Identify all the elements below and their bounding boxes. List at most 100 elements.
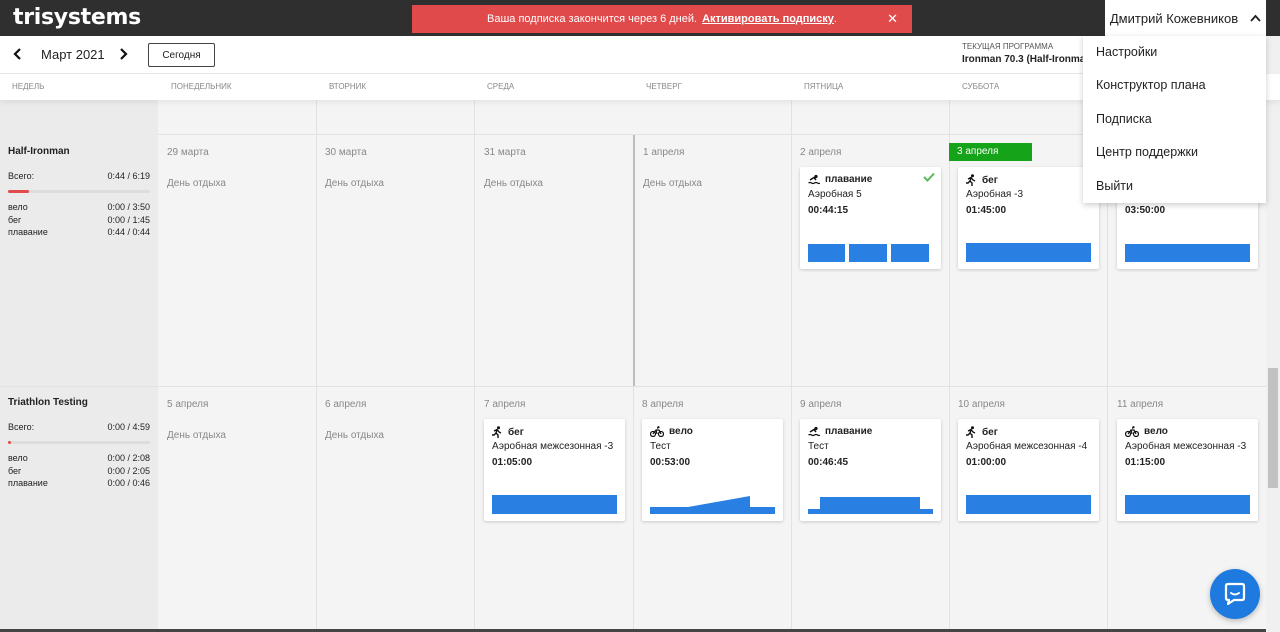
today-divider xyxy=(633,134,635,386)
today-button[interactable]: Сегодня xyxy=(148,43,215,67)
workout-name: Аэробная 5 xyxy=(808,189,862,200)
bike-icon xyxy=(1125,426,1139,437)
workout-duration: 01:45:00 xyxy=(966,205,1007,216)
sport-name: вело xyxy=(1144,426,1168,437)
sport-row: вело 0:00 / 3:50 xyxy=(8,201,150,214)
week-progress-bar xyxy=(8,441,150,444)
calendar-grid: Half-Ironman Всего: 0:44 / 6:19 вело 0:00… xyxy=(0,100,1266,632)
swim-icon xyxy=(808,426,820,437)
menu-item-settings[interactable]: Настройки xyxy=(1083,36,1266,69)
week-name[interactable]: Half-Ironman xyxy=(8,146,150,157)
workout-name: Тест xyxy=(808,441,829,452)
total-label: Всего: xyxy=(8,422,35,432)
sport-label: вело xyxy=(8,202,28,212)
week-total: Всего: 0:44 / 6:19 xyxy=(8,171,150,181)
sport-row: плавание 0:44 / 0:44 xyxy=(8,226,150,239)
workout-card[interactable]: вело Аэробная межсезонная -3 01:15:00 xyxy=(1117,419,1258,521)
check-icon xyxy=(923,172,935,182)
workout-sport: плавание xyxy=(808,426,872,437)
workout-card[interactable]: плавание Тест 00:46:45 xyxy=(800,419,941,521)
menu-item-plan-builder[interactable]: Конструктор плана xyxy=(1083,69,1266,102)
day-date: 1 апреля xyxy=(643,147,685,158)
workout-sport: плавание xyxy=(808,174,872,185)
rest-day-label: День отдыха xyxy=(325,178,384,189)
total-label: Всего: xyxy=(8,171,35,181)
run-icon xyxy=(492,426,502,438)
header-thursday: ЧЕТВЕРГ xyxy=(646,82,682,91)
chat-button[interactable] xyxy=(1210,569,1260,619)
day-date: 10 апреля xyxy=(958,399,1005,410)
sport-label: плавание xyxy=(8,227,48,237)
workout-duration: 01:15:00 xyxy=(1125,457,1166,468)
sport-name: бег xyxy=(508,426,524,438)
day-date: 11 апреля xyxy=(1117,399,1164,410)
workout-card[interactable]: вело Тест 00:53:00 xyxy=(642,419,783,521)
sport-value: 0:00 / 2:08 xyxy=(107,453,150,463)
workout-sport: бег xyxy=(492,426,524,438)
grid-divider xyxy=(949,100,950,632)
sport-value: 0:44 / 0:44 xyxy=(107,227,150,237)
day-date: 8 апреля xyxy=(642,399,684,410)
intensity-profile xyxy=(808,244,929,262)
user-menu-button[interactable]: Дмитрий Кожевников xyxy=(1105,0,1266,36)
day-date: 7 апреля xyxy=(484,399,526,410)
workout-name: Тест xyxy=(650,441,671,452)
sport-label: плавание xyxy=(8,478,48,488)
vertical-scrollbar[interactable] xyxy=(1266,36,1280,632)
program-name[interactable]: Ironman 70.3 (Half-Ironman) xyxy=(962,54,1083,65)
scrollbar-thumb[interactable] xyxy=(1268,368,1278,488)
workout-card[interactable]: бег Аэробная межсезонная -3 01:05:00 xyxy=(484,419,625,521)
rest-day-label: День отдыха xyxy=(643,178,702,189)
sport-name: вело xyxy=(669,426,693,437)
chevron-right-icon[interactable] xyxy=(116,46,130,62)
user-dropdown-menu: Настройки Конструктор плана Подписка Цен… xyxy=(1083,36,1266,203)
day-date: 5 апреля xyxy=(167,399,209,410)
close-icon[interactable]: ✕ xyxy=(887,11,898,27)
workout-duration: 00:46:45 xyxy=(808,457,849,468)
workout-duration: 01:05:00 xyxy=(492,457,533,468)
sport-value: 0:00 / 0:46 xyxy=(107,478,150,488)
week-name[interactable]: Triathlon Testing xyxy=(8,397,150,408)
day-date: 30 марта xyxy=(325,147,367,158)
sport-label: бег xyxy=(8,465,22,476)
day-date: 2 апреля xyxy=(800,147,842,158)
sport-value: 0:00 / 2:05 xyxy=(107,465,150,476)
sport-name: плавание xyxy=(825,174,873,185)
chevron-left-icon[interactable] xyxy=(11,46,25,62)
sport-name: бег xyxy=(982,426,998,438)
week-summary: Triathlon Testing Всего: 0:00 / 4:59 вел… xyxy=(8,397,150,490)
day-date: 6 апреля xyxy=(325,399,367,410)
week-total: Всего: 0:00 / 4:59 xyxy=(8,422,150,432)
logo[interactable]: trisystems xyxy=(13,5,141,30)
sport-name: плавание xyxy=(825,426,873,437)
workout-card[interactable]: бег Аэробная межсезонная -4 01:00:00 xyxy=(958,419,1099,521)
chat-icon xyxy=(1224,582,1246,606)
intensity-profile xyxy=(650,496,775,514)
grid-divider xyxy=(474,100,475,632)
sport-row: бег 0:00 / 1:45 xyxy=(8,214,150,227)
workout-sport: вело xyxy=(650,426,693,437)
header-wednesday: СРЕДА xyxy=(487,82,515,91)
header-saturday: СУББОТА xyxy=(962,82,1000,91)
day-date: 29 марта xyxy=(167,147,209,158)
sport-name: бег xyxy=(982,174,998,186)
menu-item-logout[interactable]: Выйти xyxy=(1083,170,1266,203)
header-friday: ПЯТНИЦА xyxy=(804,82,844,91)
workout-name: Аэробная межсезонная -3 xyxy=(1125,441,1247,452)
menu-item-subscription[interactable]: Подписка xyxy=(1083,103,1266,136)
rest-day-label: День отдыха xyxy=(167,178,226,189)
sport-row: плавание 0:00 / 0:46 xyxy=(8,477,150,490)
header-monday: ПОНЕДЕЛЬНИК xyxy=(171,82,232,91)
workout-card[interactable]: плавание Аэробная 5 00:44:15 xyxy=(800,167,941,269)
sport-row: бег 0:00 / 2:05 xyxy=(8,465,150,478)
workout-card[interactable]: бег Аэробная -3 01:45:00 xyxy=(958,167,1099,269)
activate-subscription-link[interactable]: Активировать подписку xyxy=(702,13,834,25)
sport-breakdown: вело 0:00 / 3:50 бег 0:00 / 1:45 плавание 0… xyxy=(8,201,150,239)
intensity-profile xyxy=(492,495,617,514)
total-value: 0:44 / 6:19 xyxy=(107,171,150,181)
banner-period: . xyxy=(833,13,837,25)
chevron-up-icon xyxy=(1250,14,1261,22)
progress-fill xyxy=(8,441,11,444)
intensity-profile xyxy=(1125,495,1250,514)
menu-item-support[interactable]: Центр поддержки xyxy=(1083,136,1266,169)
